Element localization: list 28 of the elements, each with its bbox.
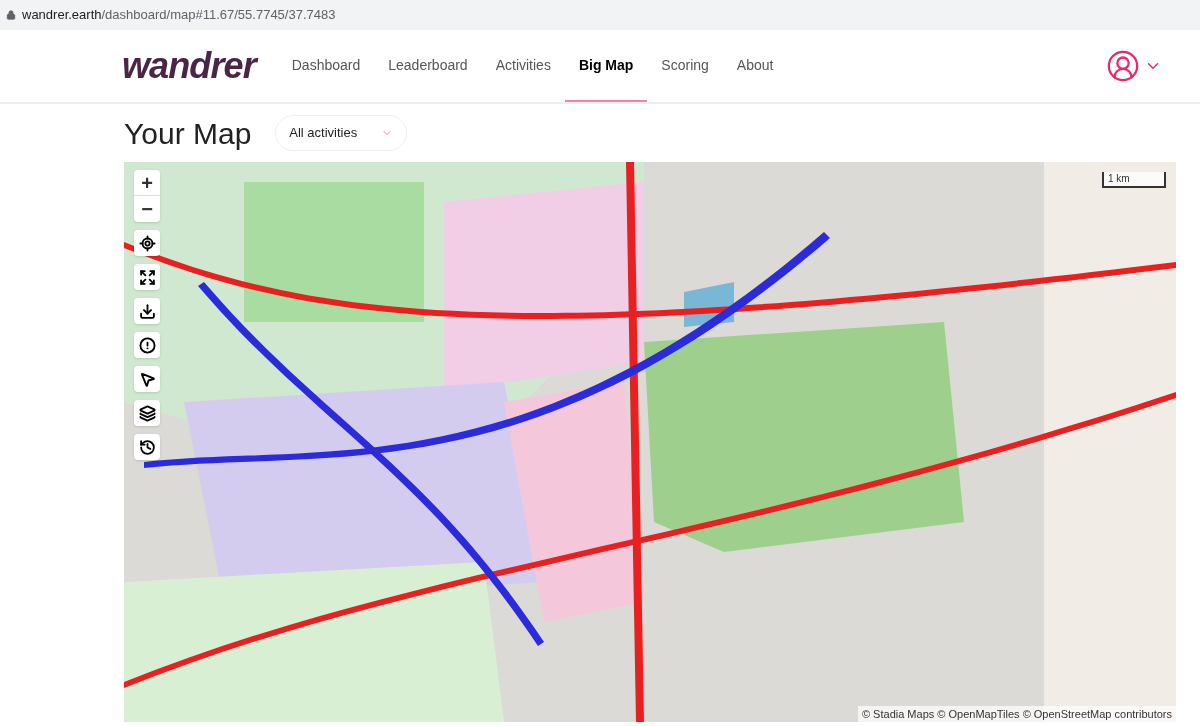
alert-icon (138, 336, 156, 354)
download-icon (138, 302, 156, 320)
page-title: Your Map (124, 115, 252, 152)
scale-bar: 1 km (1102, 172, 1166, 188)
locate-button[interactable] (134, 230, 160, 256)
nav-link[interactable]: Leaderboard (374, 30, 482, 102)
zoom-out-button[interactable]: − (134, 196, 160, 222)
layers-button[interactable] (134, 400, 160, 426)
history-icon (138, 438, 156, 456)
layers-icon (138, 404, 156, 422)
user-avatar-icon[interactable] (1106, 49, 1140, 83)
nav-link[interactable]: About (722, 30, 788, 102)
zoom-in-button[interactable]: + (134, 170, 160, 196)
fullscreen-button[interactable] (134, 264, 160, 290)
nav-link[interactable]: Dashboard (277, 30, 375, 102)
history-button[interactable] (134, 434, 160, 460)
fullscreen-icon (138, 268, 156, 286)
nav-link[interactable]: Activities (481, 30, 565, 102)
pointer-button[interactable] (134, 366, 160, 392)
pointer-icon (138, 370, 156, 388)
alert-button[interactable] (134, 332, 160, 358)
nav-link[interactable]: Big Map (564, 30, 648, 102)
nav-link[interactable]: Scoring (647, 30, 723, 102)
logo[interactable]: wandrer (122, 48, 256, 84)
locate-icon (138, 234, 156, 252)
url-text[interactable]: wandrer.earth/dashboard/map#11.67/55.7745/37.7483 (22, 5, 336, 25)
lock-icon (6, 10, 16, 20)
download-button[interactable] (134, 298, 160, 324)
